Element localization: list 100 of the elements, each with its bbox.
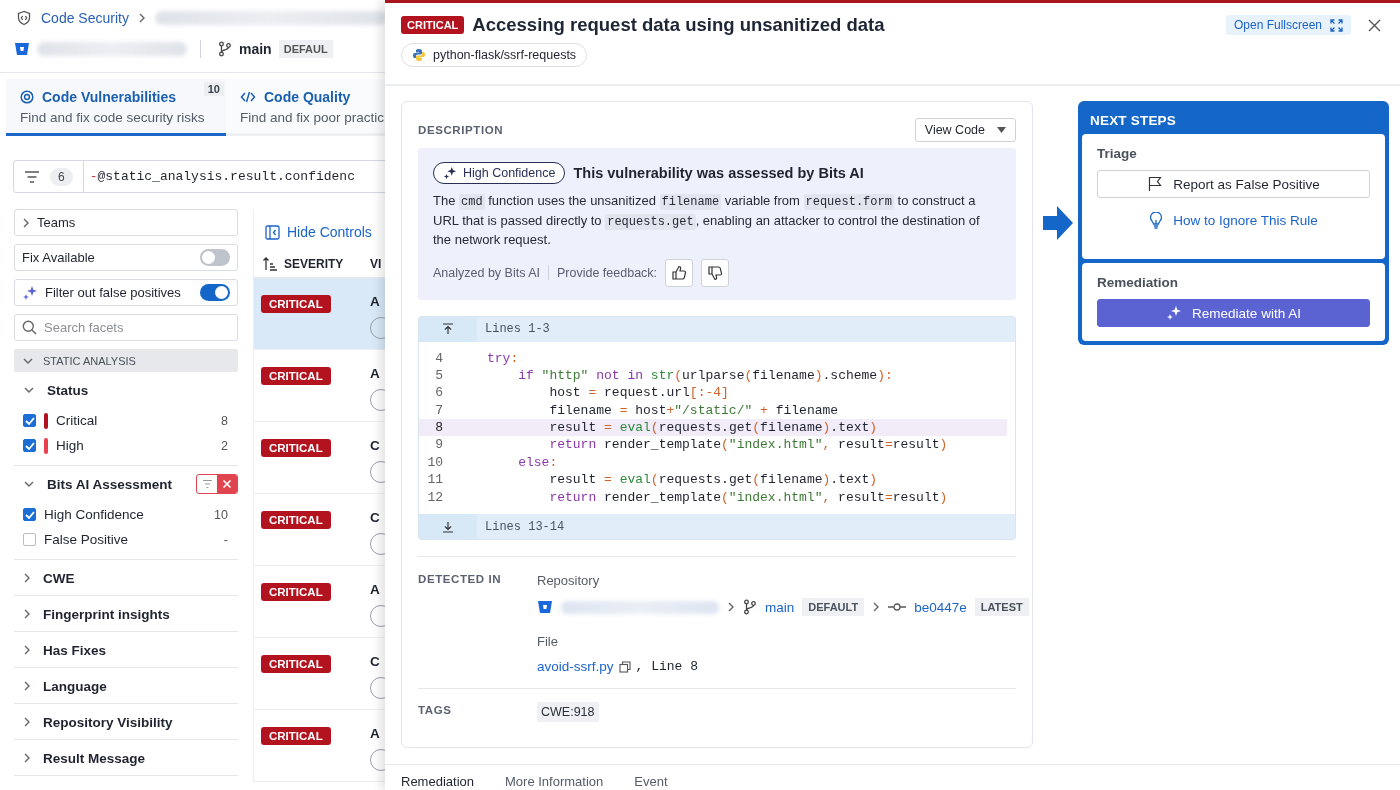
- section-heading: TAGS: [418, 704, 453, 718]
- chevron-icon: [23, 608, 31, 620]
- severity-badge: CRITICAL: [261, 727, 331, 745]
- code-line: result = eval(requests.get(filename).text): [548, 471, 878, 489]
- option-label: Critical: [56, 413, 98, 428]
- thumbs-down-button[interactable]: [701, 258, 730, 287]
- description-text: The cmd function uses the unsanitized filename variable from request.form to construct a URL that is passed directly to requests.get, enabling an attacker to control the destination of the network request.: [433, 192, 981, 249]
- table-row[interactable]: CRITICAL A: [254, 278, 385, 350]
- hide-controls-link[interactable]: Hide Controls: [254, 209, 385, 241]
- bucket-icon: [14, 41, 30, 57]
- row-title: A: [370, 366, 381, 381]
- field-label: Repository: [537, 573, 601, 588]
- thumbs-up-button[interactable]: [665, 258, 694, 287]
- confidence-badge: High Confidence: [433, 162, 566, 184]
- facet-group-header[interactable]: Has Fixes: [14, 640, 238, 660]
- panel-icon: [265, 224, 280, 240]
- column-header: VI: [370, 257, 382, 271]
- toggle-switch[interactable]: [200, 284, 230, 301]
- file-link[interactable]: avoid-ssrf.py: [537, 659, 614, 674]
- line-number: 9: [434, 436, 444, 454]
- commit-icon: [888, 602, 907, 612]
- filter-count: 6: [50, 167, 73, 186]
- check-icon: [24, 416, 35, 425]
- target-icon: [20, 90, 34, 104]
- chevron-icon: [872, 601, 881, 613]
- close-icon: [222, 479, 232, 489]
- option-label: High: [56, 438, 84, 453]
- caret-icon: [997, 127, 1006, 133]
- copy-icon[interactable]: [618, 660, 631, 673]
- facet-group-header[interactable]: Bits AI Assessment: [14, 474, 238, 494]
- count-badge: 10: [203, 82, 224, 96]
- query-field[interactable]: -@static_analysis.result.confidenc: [83, 169, 355, 184]
- line-number: 10: [426, 453, 444, 472]
- clear-filter-button[interactable]: [196, 474, 238, 494]
- checkbox[interactable]: [23, 414, 36, 427]
- filter-icon[interactable]: [24, 169, 40, 184]
- checkbox[interactable]: [23, 439, 36, 452]
- section-heading: DETECTED IN: [418, 573, 503, 587]
- facet-group-header[interactable]: Result Message: [14, 748, 238, 768]
- facet-group-header[interactable]: Repository Visibility: [14, 712, 238, 732]
- commit-link[interactable]: be0447e: [914, 599, 967, 615]
- line-number: 12: [426, 488, 444, 506]
- option-count: 8: [221, 413, 229, 428]
- facet-group-header[interactable]: Status: [14, 380, 238, 400]
- thumbs-down-icon: [707, 264, 724, 281]
- analyzed-by-text: Analyzed by Bits AI: [433, 265, 540, 280]
- toggle-label: Filter out false positives: [45, 285, 181, 300]
- facet-group-header[interactable]: Language: [14, 676, 238, 696]
- tab[interactable]: Event: [634, 774, 668, 789]
- logo-icon: [412, 48, 426, 62]
- view-code-dropdown[interactable]: View Code: [914, 118, 1016, 142]
- finding-title: Accessing request data using unsanitized data: [472, 14, 885, 36]
- chevron-icon: [23, 572, 31, 584]
- branch-link[interactable]: main: [765, 599, 795, 615]
- ignore-rule-link[interactable]: How to Ignore This Rule: [1097, 212, 1370, 229]
- branch-tag: DEFAULT: [802, 598, 865, 616]
- facet-group-header[interactable]: CWE: [14, 568, 238, 588]
- code-line: host = request.url[:-4]: [548, 384, 729, 402]
- section-header[interactable]: STATIC ANALYSIS: [14, 349, 238, 372]
- chevron-icon: [23, 644, 31, 656]
- severity-badge: CRITICAL: [261, 655, 331, 673]
- code-line: try:: [487, 349, 519, 367]
- expand-lines-bar[interactable]: Lines 1-3: [419, 316, 1015, 342]
- toggle-switch[interactable]: [200, 249, 230, 266]
- expand-lines-bar[interactable]: Lines 13-14: [419, 514, 1015, 539]
- section-label: Remediation: [1097, 275, 1179, 290]
- tab[interactable]: Remediation: [401, 774, 474, 789]
- line-number: 6: [434, 384, 444, 402]
- row-title: C: [370, 438, 381, 453]
- chevron-icon: [22, 356, 34, 365]
- section-label: Triage: [1097, 146, 1138, 161]
- line-number: 4: [434, 349, 444, 367]
- tab[interactable]: Code Quality Find and fix poor practic: [226, 79, 385, 136]
- line-reference: , Line 8: [635, 659, 698, 674]
- sort-icon[interactable]: [262, 256, 278, 272]
- remediate-button[interactable]: Remediate with AI: [1097, 299, 1370, 327]
- severity-badge: CRITICAL: [261, 295, 331, 313]
- facet-group-header[interactable]: Fingerprint insights: [14, 604, 238, 624]
- chevron-icon: [23, 752, 31, 764]
- facet-dropdown[interactable]: Teams: [14, 209, 238, 236]
- checkbox[interactable]: [23, 533, 36, 546]
- tab-subtitle: Find and fix poor practic: [240, 110, 385, 125]
- option-label: High Confidence: [44, 507, 144, 522]
- arrow-icon: [1043, 206, 1073, 240]
- facet-label: Teams: [37, 215, 76, 230]
- chevron-icon: [23, 716, 31, 728]
- bucket-icon: [537, 599, 553, 615]
- tab[interactable]: Code Vulnerabilities Find and fix code security risks 10: [6, 79, 226, 136]
- tab[interactable]: More Information: [505, 774, 604, 789]
- severity-badge: CRITICAL: [261, 583, 331, 601]
- open-fullscreen-button[interactable]: Open Fullscreen: [1225, 15, 1351, 35]
- report-false-positive-button[interactable]: Report as False Positive: [1097, 170, 1370, 198]
- chevron-icon: [23, 480, 35, 488]
- checkbox[interactable]: [23, 508, 36, 521]
- tag-chip: CWE:918: [537, 702, 599, 722]
- code-icon: [240, 90, 256, 104]
- breadcrumb-link[interactable]: Code Security: [41, 10, 129, 26]
- section-heading: DESCRIPTION: [418, 124, 504, 136]
- assessment-title: This vulnerability was assessed by Bits AI: [573, 165, 864, 181]
- commit-tag: LATEST: [974, 598, 1029, 616]
